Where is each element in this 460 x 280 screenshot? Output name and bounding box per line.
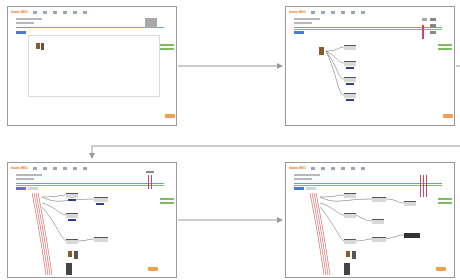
top-bar: Node-RED: [11, 10, 173, 16]
device-icon: [41, 43, 44, 50]
device-icon: [319, 47, 324, 55]
status-bar: [438, 44, 452, 46]
flow-node[interactable]: [344, 93, 356, 98]
device-icon: [346, 251, 350, 257]
flow-node[interactable]: [66, 239, 78, 244]
flow-node[interactable]: [344, 193, 356, 198]
arrow-step2-to-step3: [89, 145, 460, 159]
flow-node[interactable]: [404, 233, 420, 238]
status-bar: [438, 48, 452, 50]
deploy-button[interactable]: [436, 267, 446, 271]
flow-canvas[interactable]: [28, 35, 160, 97]
status-bar: [160, 202, 174, 204]
subtitle-line: [16, 22, 34, 24]
flow-node[interactable]: [344, 239, 356, 244]
flow-node[interactable]: [66, 213, 78, 218]
flow-node[interactable]: [372, 197, 386, 202]
flow-node[interactable]: [344, 77, 356, 82]
flow-node[interactable]: [344, 45, 356, 50]
device-icon: [352, 251, 356, 259]
flow-node[interactable]: [372, 237, 386, 242]
status-bar: [438, 198, 452, 200]
flow-wires: [31, 192, 95, 276]
screenshot-step-2: Node-RED: [285, 6, 455, 126]
status-bar: [160, 48, 174, 50]
divider: [16, 27, 164, 28]
device-icon: [68, 251, 72, 257]
deploy-button[interactable]: [443, 114, 453, 118]
flow-node[interactable]: [404, 201, 416, 206]
status-bar: [160, 44, 174, 46]
nav-menu[interactable]: [33, 11, 93, 14]
flow-wires: [325, 46, 345, 96]
screenshot-step-4: Node-RED: [285, 162, 455, 278]
device-icon: [74, 251, 78, 259]
node-label: [68, 199, 76, 201]
app-logo: Node-RED: [11, 10, 28, 14]
deploy-button[interactable]: [148, 267, 158, 271]
device-icon: [344, 263, 350, 275]
node-label: [346, 99, 354, 101]
tab-button[interactable]: [16, 31, 26, 34]
flow-node[interactable]: [94, 197, 108, 202]
flow-node[interactable]: [66, 193, 78, 198]
node-label: [346, 83, 354, 85]
device-icon: [66, 263, 72, 275]
flow-node[interactable]: [372, 219, 384, 224]
subtitle-line: [16, 18, 42, 20]
flow-wires: [309, 192, 405, 276]
node-label: [96, 203, 104, 205]
screenshot-step-1: Node-RED: [7, 6, 177, 126]
status-bar: [160, 198, 174, 200]
node-label: [68, 219, 76, 221]
flow-node[interactable]: [344, 213, 356, 218]
screenshot-step-3: Node-RED: [7, 162, 177, 278]
panel-thumbnail: [145, 18, 157, 28]
flow-node[interactable]: [94, 237, 108, 242]
status-bar: [438, 202, 452, 204]
flow-node[interactable]: [344, 61, 356, 66]
node-label: [346, 67, 354, 69]
deploy-button[interactable]: [165, 114, 175, 118]
device-icon: [36, 43, 40, 49]
